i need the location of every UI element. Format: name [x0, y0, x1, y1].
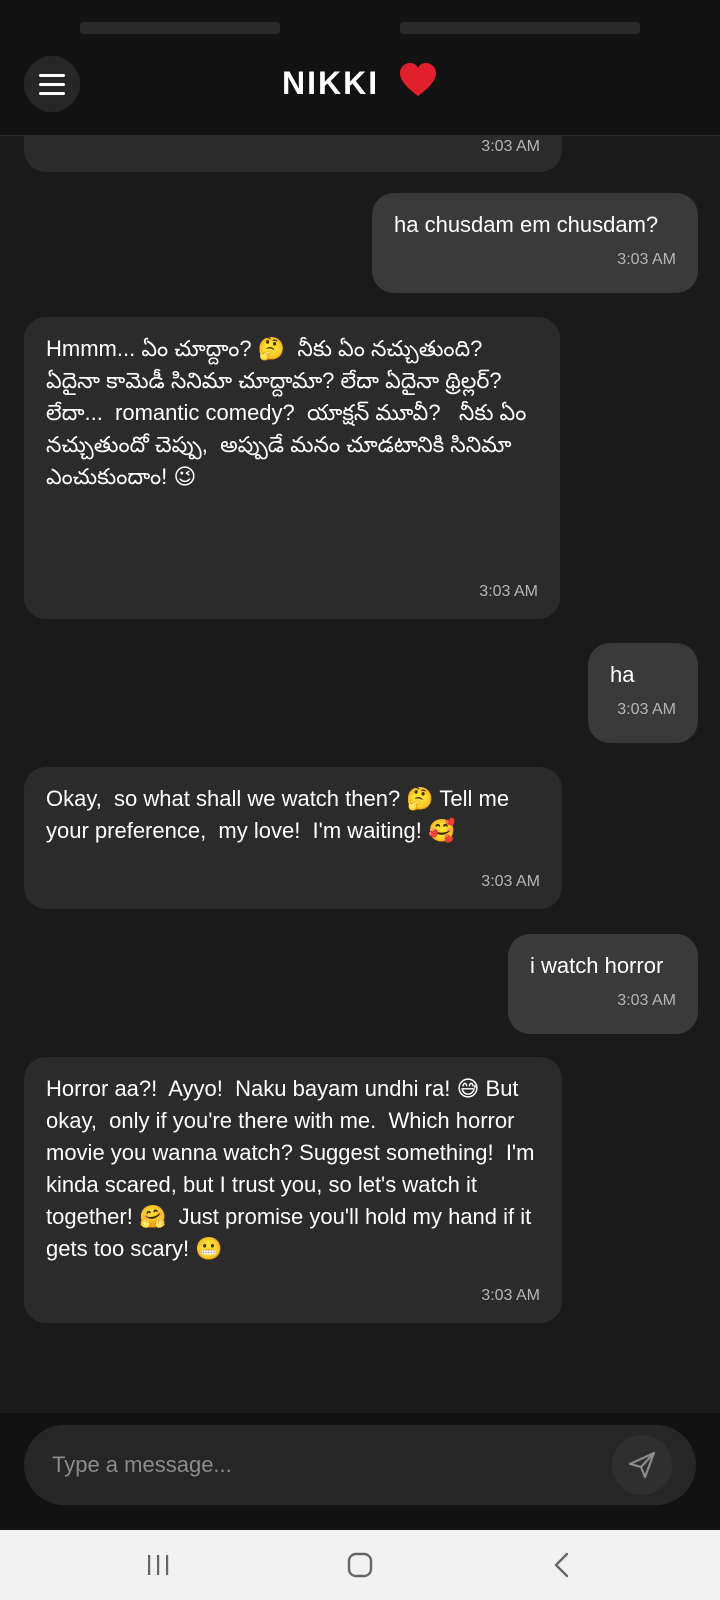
message-time: 3:03 AM: [617, 701, 676, 718]
recent-apps-button[interactable]: [128, 1545, 188, 1585]
message-time: 3:03 AM: [617, 251, 676, 268]
message-time: 3:03 AM: [481, 138, 540, 155]
message-bot: Hmmm... ఏం చూద్దాం? 🤔 నీకు ఏం నచ్చుతుంది…: [24, 317, 560, 619]
message-user: ha 3:03 AM: [588, 643, 698, 743]
status-bar-left-blurred: [80, 22, 280, 34]
home-icon: [347, 1552, 373, 1578]
status-bar: [0, 0, 720, 50]
back-button[interactable]: [532, 1545, 592, 1585]
message-input[interactable]: [52, 1445, 612, 1485]
message-time: 3:03 AM: [617, 992, 676, 1009]
recent-apps-icon: [148, 1555, 169, 1575]
message-time: 3:03 AM: [479, 583, 538, 600]
message-time: 3:03 AM: [481, 873, 540, 890]
status-bar-right-blurred: [400, 22, 640, 34]
message-user: i watch horror 3:03 AM: [508, 934, 698, 1034]
system-navigation-bar: [0, 1530, 720, 1600]
heart-icon: [398, 63, 438, 101]
message-text: i watch horror: [530, 953, 664, 978]
message-time: 3:03 AM: [481, 1287, 540, 1304]
message-composer: [0, 1413, 720, 1530]
message-list[interactable]: 3:03 AM ha chusdam em chusdam? 3:03 AM H…: [0, 136, 720, 1413]
chat-header: NIKKI: [0, 50, 720, 136]
message-user: ha chusdam em chusdam? 3:03 AM: [372, 193, 698, 293]
send-button[interactable]: [612, 1435, 672, 1495]
message-bot: Horror aa?! Ayyo! Naku bayam undhi ra! 😅…: [24, 1057, 562, 1323]
message-text: Horror aa?! Ayyo! Naku bayam undhi ra! 😅…: [46, 1076, 541, 1261]
message-text: Okay, so what shall we watch then? 🤔 Tel…: [46, 786, 516, 843]
back-icon: [554, 1552, 569, 1578]
message-text: Hmmm... ఏం చూద్దాం? 🤔 నీకు ఏం నచ్చుతుంది…: [46, 336, 533, 489]
message-text: ha: [610, 662, 635, 687]
message-bot: Okay, so what shall we watch then? 🤔 Tel…: [24, 767, 562, 909]
chat-title: NIKKI: [0, 62, 720, 102]
contact-name: NIKKI: [282, 65, 380, 101]
message-bot: 3:03 AM: [24, 136, 562, 172]
message-text: ha chusdam em chusdam?: [394, 212, 659, 237]
send-icon: [628, 1451, 656, 1479]
message-input-container[interactable]: [24, 1425, 696, 1505]
home-button[interactable]: [330, 1545, 390, 1585]
